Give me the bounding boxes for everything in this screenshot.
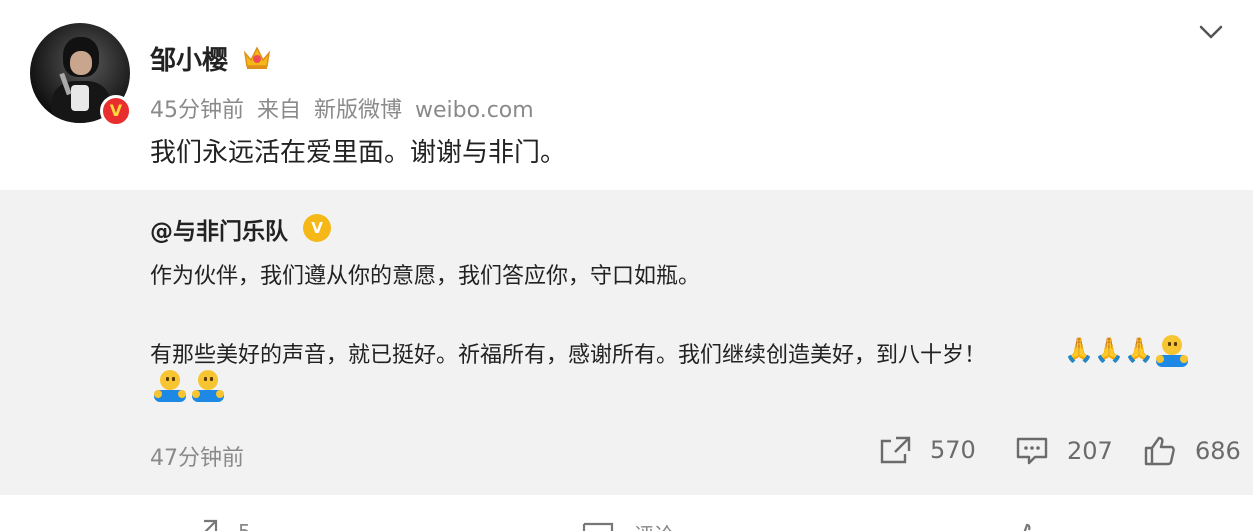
pray-icon: 🙏	[1094, 336, 1124, 364]
crown-icon	[243, 46, 271, 69]
bottom-comment-button[interactable]: 评论	[582, 519, 674, 531]
post-time: 45分钟前	[150, 98, 244, 123]
repost-share-button[interactable]: 570	[878, 435, 976, 465]
avatar-face	[70, 51, 92, 75]
repost-time[interactable]: 47分钟前	[150, 440, 244, 472]
source-app[interactable]: 新版微博	[314, 98, 402, 123]
repost-card[interactable]: @与非门乐队 V 作为伙伴，我们遵从你的意愿，我们答应你，守口如瓶。 有那些美好…	[0, 190, 1253, 495]
bottom-action-bar: 5 评论	[0, 495, 1253, 531]
avatar-shirt	[71, 85, 89, 111]
emoji-row-2	[152, 370, 226, 406]
like-count: 686	[1195, 437, 1241, 465]
comment-count: 207	[1067, 437, 1113, 465]
repost-username[interactable]: @与非门乐队	[150, 212, 288, 246]
post-meta: 45分钟前 来自 新版微博 weibo.com	[150, 92, 540, 124]
thumbs-up-icon	[1144, 436, 1175, 466]
repost-text-line1: 作为伙伴，我们遵从你的意愿，我们答应你，守口如瓶。	[150, 264, 701, 289]
share-icon	[880, 436, 911, 464]
verified-gold-icon: V	[303, 214, 331, 242]
post-header: V 邹小樱 45分钟前 来自 新版微博 weibo.com 我们永远活在爱里面。…	[0, 0, 1253, 190]
comment-icon	[582, 522, 614, 531]
chevron-down-icon[interactable]	[1196, 20, 1226, 44]
share-count: 570	[930, 436, 976, 464]
pray-icon: 🙏	[1124, 336, 1154, 364]
source-prefix: 来自	[257, 98, 302, 123]
hug-icon	[190, 370, 226, 406]
emoji-row-1: 🙏 🙏 🙏	[1064, 335, 1190, 371]
verified-badge-icon: V	[100, 95, 132, 127]
source-site[interactable]: weibo.com	[415, 98, 534, 123]
repost-comment-button[interactable]: 207	[1015, 435, 1113, 467]
comment-icon	[1016, 437, 1048, 465]
bottom-comment-label: 评论	[634, 519, 674, 531]
bottom-share-button[interactable]: 5	[188, 519, 251, 531]
hug-icon	[1154, 335, 1190, 371]
repost-text-line2: 有那些美好的声音，就已挺好。祈福所有，感谢所有。我们继续创造美好，到八十岁！	[150, 343, 987, 368]
bottom-like-button[interactable]	[1012, 519, 1042, 531]
pray-icon: 🙏	[1064, 336, 1094, 364]
post-text: 我们永远活在爱里面。谢谢与非门。	[150, 138, 567, 168]
post-username[interactable]: 邹小樱	[150, 40, 228, 77]
hug-icon	[152, 370, 188, 406]
bottom-share-count: 5	[238, 520, 251, 531]
repost-like-button[interactable]: 686	[1143, 435, 1241, 467]
share-icon	[204, 519, 218, 531]
thumbs-up-icon	[1023, 523, 1031, 531]
